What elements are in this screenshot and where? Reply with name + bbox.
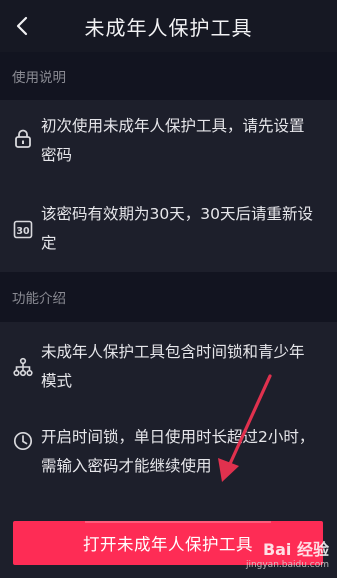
usage-item-text: 初次使用未成年人保护工具，请先设置 密码 [41, 112, 327, 170]
usage-item-line1: 初次使用未成年人保护工具，请先设置 [41, 117, 305, 135]
top-bar: 未成年人保护工具 [0, 0, 337, 52]
features-item-timelock: 开启时间锁，单日使用时长超过2小时， 需输入密码才能继续使用 [0, 426, 337, 496]
button-highlight [85, 521, 271, 523]
watermark-url: jingyan.baidu.com [245, 560, 329, 570]
usage-section-header: 使用说明 [0, 52, 337, 100]
features-item-text: 未成年人保护工具包含时间锁和青少年 模式 [41, 338, 327, 396]
svg-text:30: 30 [16, 226, 30, 237]
features-item-modes: 未成年人保护工具包含时间锁和青少年 模式 [0, 338, 337, 408]
features-section-header: 功能介绍 [0, 272, 337, 322]
features-section-title: 功能介绍 [12, 291, 66, 307]
features-item-line1: 开启时间锁，单日使用时长超过2小时， [41, 428, 315, 446]
hierarchy-icon [12, 356, 34, 378]
features-item-line2: 模式 [41, 372, 73, 390]
usage-item-validity: 30 该密码有效期为30天，30天后请重新设 定 [0, 200, 337, 270]
usage-item-line2: 密码 [41, 146, 73, 164]
watermark-brand: Bai 经验 [262, 540, 329, 559]
usage-section-title: 使用说明 [12, 70, 66, 86]
usage-item-line2: 定 [41, 234, 57, 252]
usage-item-text: 该密码有效期为30天，30天后请重新设 定 [41, 200, 327, 258]
features-item-text: 开启时间锁，单日使用时长超过2小时， 需输入密码才能继续使用 [41, 423, 327, 481]
usage-card: 初次使用未成年人保护工具，请先设置 密码 30 该密码有效期为30天，30天后请… [0, 100, 337, 272]
lock-icon [12, 128, 34, 150]
page-title: 未成年人保护工具 [84, 16, 253, 40]
usage-item-line1: 该密码有效期为30天，30天后请重新设 [41, 205, 313, 223]
calendar-30-icon: 30 [12, 218, 34, 240]
baidu-watermark: Bai 经验 jingyan.baidu.com [246, 536, 329, 570]
features-item-line1: 未成年人保护工具包含时间锁和青少年 [41, 343, 305, 361]
features-item-line2: 需输入密码才能继续使用 [41, 457, 212, 475]
clock-icon [12, 430, 34, 452]
usage-item-password: 初次使用未成年人保护工具，请先设置 密码 [0, 112, 337, 182]
open-protection-tool-label: 打开未成年人保护工具 [83, 535, 253, 554]
